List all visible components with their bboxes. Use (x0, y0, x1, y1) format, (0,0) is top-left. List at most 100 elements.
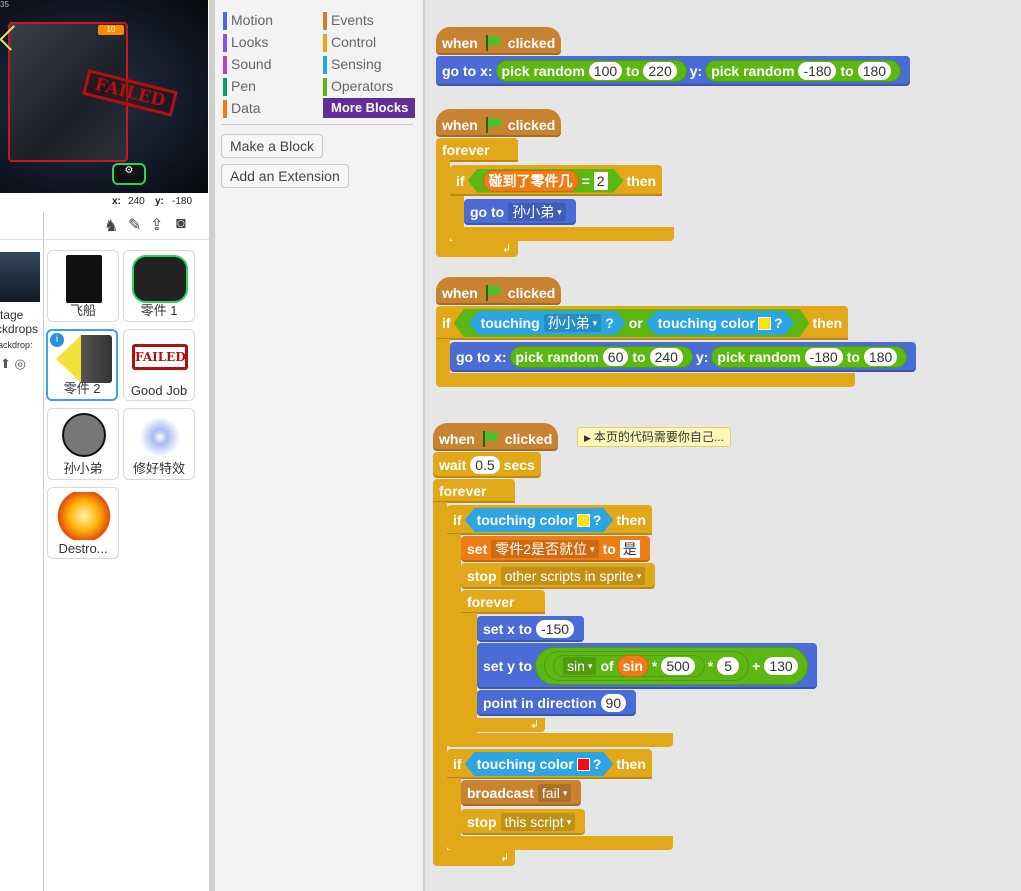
number-input[interactable]: 100 (588, 62, 623, 80)
if-then-block[interactable]: if touching color? then (447, 749, 652, 779)
set-variable-block[interactable]: set零件2是否就位to是 (461, 536, 650, 562)
number-input[interactable]: -180 (804, 348, 843, 366)
info-icon[interactable]: i (50, 333, 64, 347)
paint-brush-icon[interactable]: ✎ (128, 215, 141, 235)
category-control[interactable]: Control (323, 32, 376, 52)
add-operator[interactable]: sin of sin * 500 * 5 + 130 (535, 647, 808, 685)
go-to-xy-block[interactable]: go to x: pick random 60 to 240 y: pick rand… (450, 342, 917, 372)
message-dropdown[interactable]: fail (537, 784, 572, 802)
sprite-tile-selected[interactable]: i 零件 2 (46, 329, 118, 401)
number-input[interactable]: 5 (717, 657, 740, 675)
when-flag-clicked-hat[interactable]: when clicked (436, 109, 562, 137)
number-input[interactable]: 180 (857, 62, 892, 80)
category-motion[interactable]: Motion (223, 10, 273, 30)
upload-icon[interactable]: ⇪ (150, 215, 163, 235)
make-a-block-button[interactable]: Make a Block (221, 134, 324, 158)
color-swatch[interactable] (577, 758, 590, 771)
stop-option-dropdown[interactable]: this script (500, 813, 576, 831)
number-input[interactable]: 60 (602, 348, 629, 366)
block-text: pick random (501, 63, 585, 79)
point-in-direction-block[interactable]: point in direction 90 (477, 690, 637, 716)
variable-dropdown[interactable]: 零件2是否就位 (491, 540, 599, 558)
touching-sprite-predicate[interactable]: touching孙小弟? (469, 311, 626, 335)
part-sprite[interactable]: ⚙ (112, 163, 146, 185)
category-pen[interactable]: Pen (223, 76, 256, 96)
text-input[interactable]: 是 (619, 540, 640, 558)
number-input[interactable]: -180 (798, 62, 837, 80)
if-then-block[interactable]: if 碰到了零件几 = 2 then (450, 165, 663, 196)
math-function-dropdown[interactable]: sin (563, 657, 597, 675)
direction-input[interactable]: 90 (600, 694, 627, 712)
variable-reporter[interactable]: 碰到了零件几 (483, 170, 579, 192)
set-x-block[interactable]: set x to -150 (477, 616, 585, 642)
category-sensing[interactable]: Sensing (323, 54, 382, 74)
pick-random-reporter[interactable]: pick random -180 to 180 (705, 60, 902, 82)
stop-block[interactable]: stop this script (461, 809, 586, 835)
stop-option-dropdown[interactable]: other scripts in sprite (500, 567, 646, 585)
category-events[interactable]: Events (323, 10, 374, 30)
camera-icon[interactable]: ◙ (176, 215, 186, 233)
color-swatch[interactable] (758, 317, 771, 330)
forever-block[interactable]: forever (436, 138, 518, 162)
go-to-sprite-block[interactable]: go to 孙小弟 (464, 199, 576, 225)
category-looks[interactable]: Looks (223, 32, 268, 52)
category-more-blocks[interactable]: More Blocks (323, 98, 415, 118)
number-input[interactable]: 130 (764, 657, 798, 675)
sprite-name: 孙小弟 (63, 461, 103, 476)
sprite-tile[interactable]: 孙小弟 (47, 408, 119, 480)
block-text: ? (592, 756, 602, 772)
number-input[interactable]: 220 (643, 62, 677, 80)
text-input[interactable]: 2 (594, 172, 608, 190)
when-flag-clicked-hat[interactable]: when clicked (436, 27, 562, 55)
sprite-tile[interactable]: FAILED Good Job (123, 329, 195, 401)
pick-random-reporter[interactable]: pick random 100 to 220 (495, 60, 687, 82)
if-then-block[interactable]: if touching孙小弟? or touching color? then (436, 306, 849, 340)
forever-block[interactable]: forever (433, 479, 515, 503)
comment-note[interactable]: 本页的代码需要你自己... (577, 427, 731, 447)
category-operators[interactable]: Operators (323, 76, 393, 96)
block-text: * (707, 658, 714, 674)
sprite-tile[interactable]: 修好特效 (123, 408, 195, 480)
sprite-tile[interactable]: 零件 1 (123, 250, 195, 322)
category-data[interactable]: Data (223, 98, 261, 118)
stage-backdrops-column[interactable]: tage ckdrops ackdrop: ⬆ ◎ (0, 212, 44, 891)
go-to-xy-block[interactable]: go to x: pick random 100 to 220 y: pick ran… (436, 56, 911, 86)
variable-reporter[interactable]: sin (616, 655, 649, 677)
color-swatch[interactable] (577, 514, 590, 527)
or-operator[interactable]: touching孙小弟? or touching color? (454, 309, 810, 337)
if-then-block[interactable]: if touching color? then (447, 505, 652, 535)
touching-color-predicate[interactable]: touching color? (465, 752, 614, 776)
category-sound[interactable]: Sound (223, 54, 271, 74)
backdrop-tools-icons[interactable]: ⬆ ◎ (0, 356, 26, 372)
if-c-arm (450, 196, 464, 230)
stage[interactable]: 35 10 FAILED ⚙ (0, 0, 208, 193)
number-input[interactable]: 240 (649, 348, 683, 366)
touching-color-predicate[interactable]: touching color? (646, 311, 795, 335)
number-input[interactable]: 500 (661, 657, 695, 675)
sprite-library-icon[interactable]: ♞ (104, 216, 118, 236)
equals-operator[interactable]: 碰到了零件几 = 2 (468, 169, 624, 193)
broadcast-block[interactable]: broadcast fail (461, 780, 582, 806)
number-input[interactable]: 0.5 (470, 456, 500, 474)
block-text: y: (695, 349, 709, 365)
forever-block[interactable]: forever (461, 590, 545, 614)
pick-random-reporter[interactable]: pick random -180 to 180 (711, 346, 908, 368)
sprite-dropdown[interactable]: 孙小弟 (508, 203, 566, 221)
wait-block[interactable]: wait 0.5 secs (433, 452, 541, 478)
number-input[interactable]: -150 (536, 620, 575, 638)
sprite-tile[interactable]: Destro... (47, 487, 119, 559)
stop-block[interactable]: stop other scripts in sprite (461, 563, 656, 589)
sprite-thumbnail (56, 492, 112, 540)
sprite-dropdown[interactable]: 孙小弟 (544, 314, 602, 332)
stage-thumbnail[interactable] (0, 252, 40, 302)
sprite-tile[interactable]: 飞船 (47, 250, 119, 322)
set-y-block[interactable]: set y to sin of sin * 500 * 5 + 130 (477, 643, 817, 689)
number-input[interactable]: 180 (863, 348, 898, 366)
sin-of-reporter[interactable]: sin of sin * 500 (553, 655, 705, 677)
touching-color-predicate[interactable]: touching color? (465, 508, 614, 532)
when-flag-clicked-hat[interactable]: when clicked (436, 277, 562, 305)
pick-random-reporter[interactable]: pick random 60 to 240 (509, 346, 693, 368)
multiply-operator[interactable]: sin of sin * 500 * 5 (544, 651, 750, 681)
add-extension-button[interactable]: Add an Extension (221, 164, 349, 188)
when-flag-clicked-hat[interactable]: when clicked (433, 423, 559, 451)
